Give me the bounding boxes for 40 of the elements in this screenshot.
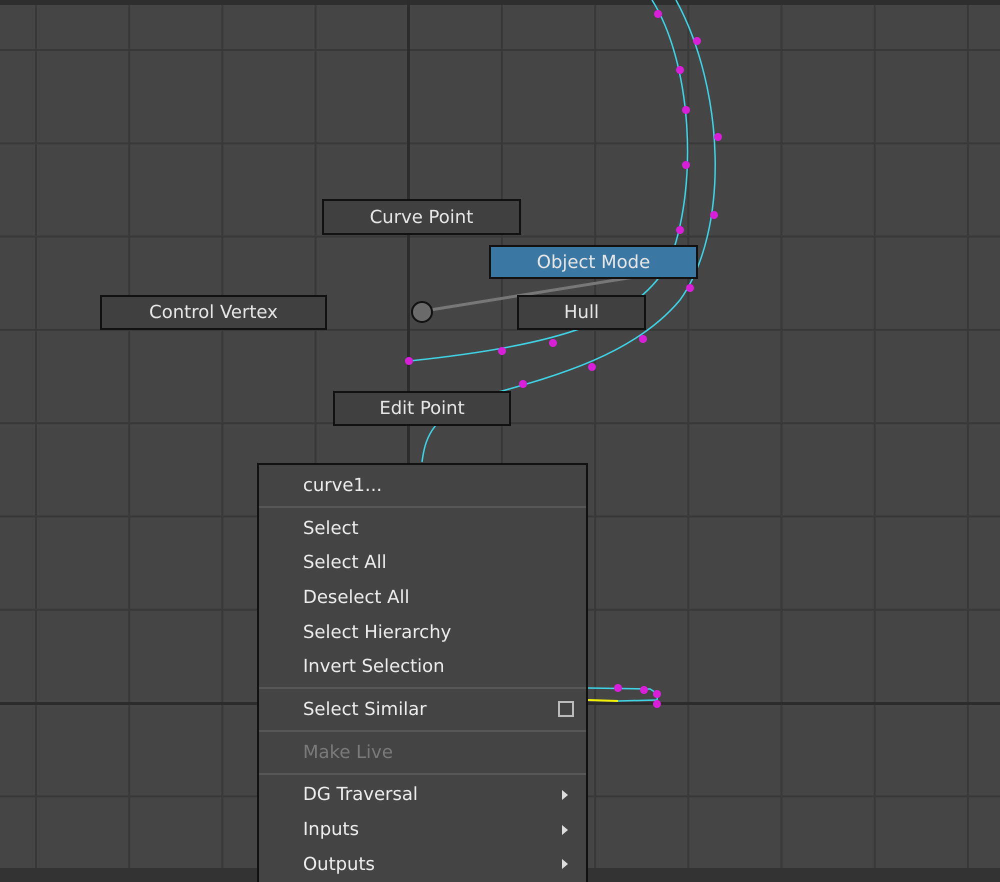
menu-item[interactable]: Deselect All <box>259 580 586 615</box>
control-point <box>405 357 413 365</box>
control-point <box>676 66 684 74</box>
menu-item[interactable]: DG Traversal <box>259 778 586 812</box>
control-point <box>549 339 557 347</box>
control-point <box>519 380 527 388</box>
control-point <box>654 10 662 18</box>
marking-menu-item[interactable]: Curve Point <box>322 199 521 235</box>
control-point <box>639 335 647 343</box>
menu-item[interactable]: curve1... <box>259 468 586 503</box>
control-point <box>682 161 690 169</box>
menu-item[interactable]: Inputs <box>259 812 586 847</box>
submenu-arrow-icon <box>562 859 568 870</box>
marking-menu-item[interactable]: Hull <box>517 295 646 330</box>
control-point <box>640 686 648 694</box>
control-point <box>676 226 684 234</box>
control-point <box>682 106 690 114</box>
control-point <box>653 690 661 698</box>
menu-item[interactable]: Select <box>259 510 586 546</box>
marking-menu-item[interactable]: Control Vertex <box>100 295 327 330</box>
menu-item[interactable]: Select Similar <box>259 692 586 727</box>
marking-menu-item[interactable]: Edit Point <box>333 391 511 426</box>
control-point <box>498 347 506 355</box>
control-point <box>588 363 596 371</box>
marking-menu-item[interactable]: Object Mode <box>489 245 698 279</box>
menu-item[interactable]: Outputs <box>259 846 586 882</box>
control-point <box>714 133 722 141</box>
curve <box>588 687 659 702</box>
control-point <box>693 37 701 45</box>
checkbox[interactable] <box>558 701 574 718</box>
menu-item[interactable]: Select Hierarchy <box>259 614 586 650</box>
control-point <box>710 211 718 219</box>
menu-item[interactable]: Select All <box>259 545 586 580</box>
control-point <box>614 684 622 692</box>
submenu-arrow-icon <box>562 824 568 835</box>
submenu-arrow-icon <box>562 790 568 800</box>
menu-item[interactable]: Invert Selection <box>259 649 586 684</box>
control-point <box>686 284 694 292</box>
axis-marker <box>588 699 618 702</box>
control-point <box>653 700 661 708</box>
